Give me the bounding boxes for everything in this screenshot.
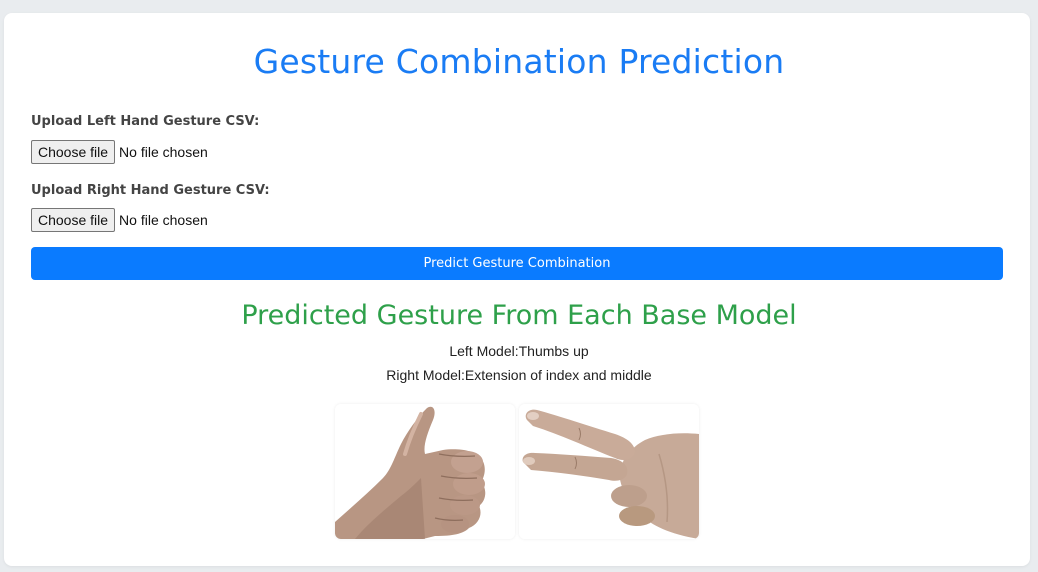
right-gesture-image	[519, 404, 699, 539]
thumbs-up-hand-image	[335, 404, 515, 539]
left-file-input[interactable]: Choose file No file chosen	[31, 140, 208, 164]
main-card	[4, 13, 1030, 566]
index-middle-extension-hand-image	[519, 404, 699, 539]
right-file-input[interactable]: Choose file No file chosen	[31, 208, 208, 232]
page-title: Gesture Combination Prediction	[253, 42, 785, 81]
right-model-result: Right Model:Extension of index and middl…	[386, 367, 652, 383]
results-heading: Predicted Gesture From Each Base Model	[241, 300, 797, 331]
right-choose-file-button[interactable]: Choose file	[31, 208, 116, 232]
left-gesture-image	[335, 404, 515, 539]
left-file-status: No file chosen	[119, 144, 208, 160]
predict-button[interactable]: Predict Gesture Combination	[31, 247, 1003, 280]
left-model-result: Left Model:Thumbs up	[449, 343, 589, 359]
left-upload-label: Upload Left Hand Gesture CSV:	[31, 114, 260, 129]
left-choose-file-button[interactable]: Choose file	[31, 140, 116, 164]
right-file-status: No file chosen	[119, 212, 208, 228]
right-upload-label: Upload Right Hand Gesture CSV:	[31, 183, 270, 198]
